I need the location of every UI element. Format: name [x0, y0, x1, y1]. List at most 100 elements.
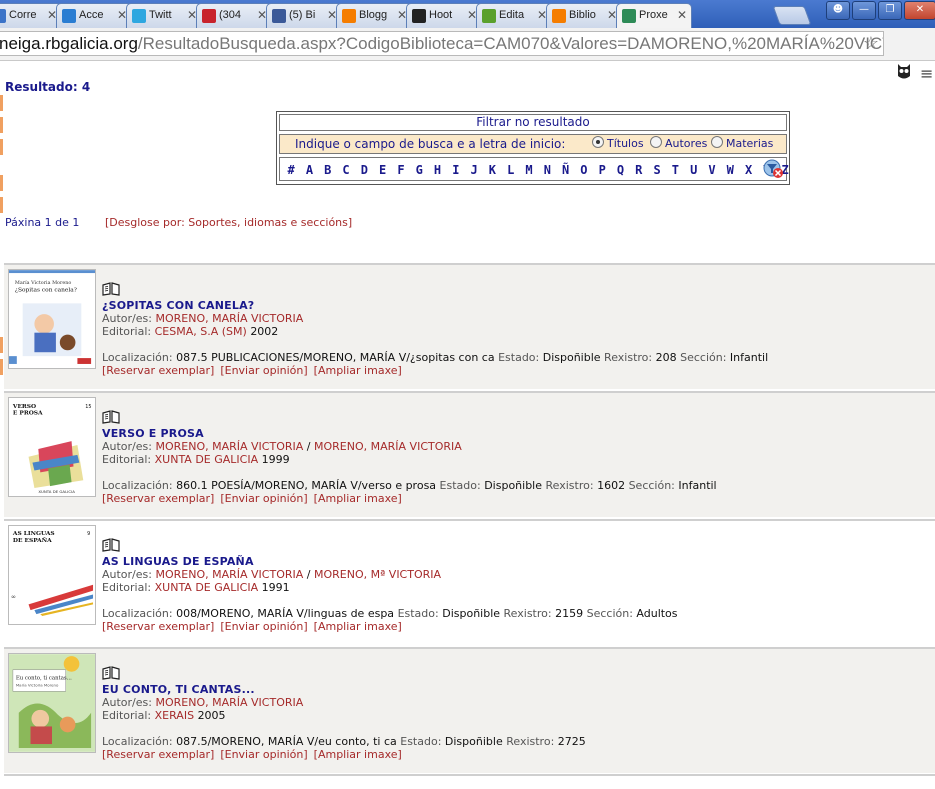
browser-tab[interactable]: Proxe ✕ [616, 3, 692, 29]
letter-filter-link[interactable]: X [739, 163, 757, 177]
bookmark-star-icon[interactable]: ☆ [863, 32, 879, 55]
letter-filter-link[interactable]: V [703, 163, 721, 177]
letter-filter-link[interactable]: R [630, 163, 648, 177]
enlarge-image-link[interactable]: [Ampliar imaxe] [314, 364, 402, 377]
letter-filter-link[interactable]: K [483, 163, 501, 177]
opinion-link[interactable]: [Enviar opinión] [220, 748, 307, 761]
letter-filter-link[interactable]: N [538, 163, 556, 177]
reserve-link[interactable]: [Reservar exemplar] [102, 620, 214, 633]
browser-tab[interactable]: Acce ✕ [56, 3, 132, 28]
tab-title: Hoot [429, 9, 453, 21]
book-cover-image[interactable]: VERSO E PROSA 15 XUNTA DE GALICIA [8, 397, 96, 497]
letter-filter-link[interactable]: Q [611, 163, 629, 177]
url-field[interactable]: neiga.rbgalicia.org/ResultadoBusqueda.as… [0, 31, 884, 56]
letter-filter-link[interactable]: B [319, 163, 337, 177]
letter-filter-link[interactable]: U [685, 163, 703, 177]
browser-tab[interactable]: Hoot ✕ [406, 3, 482, 28]
letter-filter-link[interactable]: E [373, 163, 391, 177]
record-title[interactable]: EU CONTO, TI CANTAS... [102, 683, 255, 696]
enlarge-image-link[interactable]: [Ampliar imaxe] [314, 620, 402, 633]
letter-filter-link[interactable]: A [300, 163, 318, 177]
user-icon[interactable]: ☻ [826, 1, 850, 20]
author-link[interactable]: MORENO, MARÍA VICTORIA [155, 312, 303, 325]
publisher-link[interactable]: XUNTA DE GALICIA [155, 581, 259, 594]
maximize-icon[interactable]: ❐ [878, 1, 902, 20]
browser-tab[interactable]: Blogg ✕ [336, 3, 412, 28]
record-holdings: Localización: 008/MORENO, MARÍA V/lingua… [102, 607, 678, 620]
author-link[interactable]: MORENO, MARÍA VICTORIA [155, 696, 303, 709]
record-title[interactable]: AS LINGUAS DE ESPAÑA [102, 555, 254, 568]
new-tab-button[interactable] [772, 6, 812, 25]
book-cover-image[interactable]: María Victoria Moreno ¿Sopitas con canel… [8, 269, 96, 369]
filter-title: Filtrar no resultado [279, 114, 787, 131]
letter-filter-link[interactable]: H [428, 163, 446, 177]
filter-option-titles[interactable]: Títulos [592, 135, 644, 153]
letter-filter-link[interactable]: J [465, 163, 483, 177]
author-link[interactable]: MORENO, Mª VICTORIA [314, 568, 441, 581]
enlarge-image-link[interactable]: [Ampliar imaxe] [314, 748, 402, 761]
letter-filter-link[interactable]: L [502, 163, 520, 177]
letter-filter-link[interactable]: G [410, 163, 428, 177]
letter-filter-link[interactable]: D [355, 163, 373, 177]
publisher-link[interactable]: XUNTA DE GALICIA [155, 453, 259, 466]
breakdown-link[interactable]: [Desglose por: Soportes, idiomas e secci… [105, 216, 352, 229]
publisher-link[interactable]: CESMA, S.A (SM) [155, 325, 247, 338]
tab-title: (5) Bi [289, 9, 316, 21]
author-link[interactable]: MORENO, MARÍA VICTORIA [314, 440, 462, 453]
browser-tab[interactable]: Twitt ✕ [126, 3, 202, 28]
author-link[interactable]: MORENO, MARÍA VICTORIA [155, 440, 303, 453]
publisher-link[interactable]: XERAIS [155, 709, 194, 722]
book-cover-image[interactable]: AS LINGUAS DE ESPAÑA 9 ∞ [8, 525, 96, 625]
enlarge-image-link[interactable]: [Ampliar imaxe] [314, 492, 402, 505]
opinion-link[interactable]: [Enviar opinión] [220, 364, 307, 377]
reserve-link[interactable]: [Reservar exemplar] [102, 748, 214, 761]
letter-filter-link[interactable]: Ñ [556, 163, 574, 177]
browser-tab[interactable]: Edita ✕ [476, 3, 552, 28]
book-format-icon [102, 410, 120, 424]
minimize-icon[interactable]: — [852, 1, 876, 20]
letter-filter-link[interactable]: O [575, 163, 593, 177]
svg-text:15: 15 [85, 404, 91, 410]
author-link[interactable]: MORENO, MARÍA VICTORIA [155, 568, 303, 581]
reserve-link[interactable]: [Reservar exemplar] [102, 364, 214, 377]
clear-filter-icon[interactable] [762, 159, 784, 179]
letter-filter-link[interactable]: C [337, 163, 355, 177]
close-tab-icon[interactable]: ✕ [677, 8, 687, 22]
radio-subjects[interactable] [711, 136, 723, 148]
letter-filter-link[interactable]: P [593, 163, 611, 177]
letter-filter-link[interactable]: F [392, 163, 410, 177]
letter-filter-link[interactable]: I [447, 163, 465, 177]
letter-filter-link[interactable]: S [648, 163, 666, 177]
result-count: Resultado: 4 [5, 80, 91, 94]
page-content: Resultado: 4 Filtrar no resultado Indiqu… [0, 61, 935, 789]
tab-favicon-icon [132, 9, 146, 23]
svg-text:∞: ∞ [11, 594, 16, 600]
filter-option-subjects[interactable]: Materias [711, 135, 773, 153]
browser-tab[interactable]: Corre ✕ [0, 3, 62, 28]
opinion-link[interactable]: [Enviar opinión] [220, 492, 307, 505]
browser-tab[interactable]: (304 ✕ [196, 3, 272, 28]
reserve-link[interactable]: [Reservar exemplar] [102, 492, 214, 505]
radio-titles[interactable] [592, 136, 604, 148]
record-title[interactable]: ¿SOPITAS CON CANELA? [102, 299, 254, 312]
letter-filter-link[interactable]: W [721, 163, 739, 177]
browser-tab[interactable]: (5) Bi ✕ [266, 3, 342, 28]
tab-favicon-icon [482, 9, 496, 23]
radio-authors[interactable] [650, 136, 662, 148]
record-actions: [Reservar exemplar] [Enviar opinión] [Ampl… [102, 748, 408, 761]
tab-favicon-icon [0, 9, 6, 23]
book-cover-image[interactable]: Eu conto, ti cantas... María Victoria Mo… [8, 653, 96, 753]
opinion-link[interactable]: [Enviar opinión] [220, 620, 307, 633]
letter-filter-link[interactable]: # [282, 163, 300, 177]
record-publisher: Editorial: XERAIS 2005 [102, 709, 226, 722]
record-authors: Autor/es: MORENO, MARÍA VICTORIA / MOREN… [102, 568, 442, 581]
letter-filter-link[interactable]: M [520, 163, 538, 177]
browser-tab[interactable]: Biblio ✕ [546, 3, 622, 28]
close-window-icon[interactable]: ✕ [904, 1, 935, 20]
letter-filter-link[interactable]: T [666, 163, 684, 177]
filter-option-authors[interactable]: Autores [650, 135, 707, 153]
book-format-icon [102, 538, 120, 552]
svg-text:DE ESPAÑA: DE ESPAÑA [13, 536, 52, 544]
record-title[interactable]: VERSO E PROSA [102, 427, 204, 440]
record-publisher: Editorial: XUNTA DE GALICIA 1991 [102, 581, 290, 594]
